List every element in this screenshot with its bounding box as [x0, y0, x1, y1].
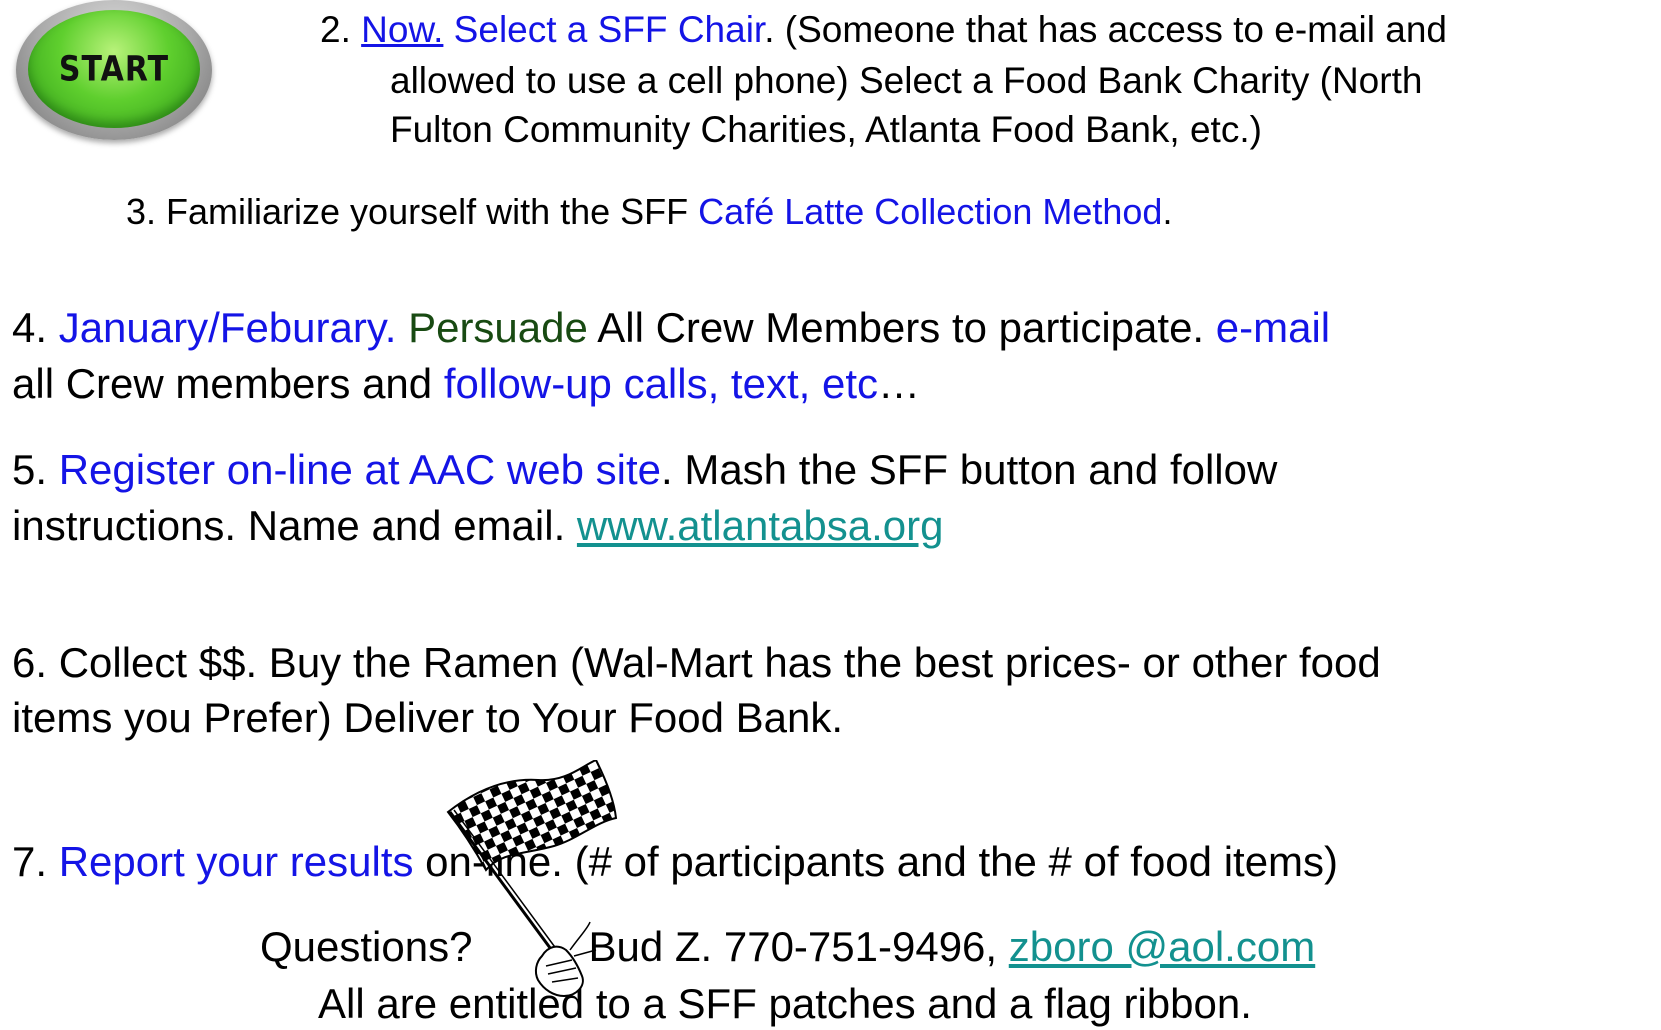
- register-text: Register on-line at AAC web site: [58, 446, 661, 493]
- website-link[interactable]: www.atlantabsa.org: [577, 502, 944, 549]
- step-7-number: 7.: [12, 838, 59, 885]
- email-text: e-mail: [1215, 304, 1331, 351]
- step-2-line-2: allowed to use a cell phone) Select a Fo…: [390, 60, 1423, 101]
- step-2-line-1: 2. Now. Select a SFF Chair. (Someone tha…: [320, 8, 1447, 52]
- step-5-text: . Mash the SFF button and follow: [661, 446, 1278, 493]
- step-5-line-2: instructions. Name and email. www.atlant…: [12, 500, 943, 552]
- start-button-icon: START: [16, 0, 212, 140]
- january-february-text: January/Feburary.: [58, 304, 397, 351]
- ellipsis: …: [877, 360, 920, 407]
- select-chair-text: Select a SFF Chair: [443, 9, 765, 50]
- checkered-flag-icon: [446, 760, 618, 998]
- step-4-line-2: all Crew members and follow-up calls, te…: [12, 358, 920, 410]
- collection-method-text: Café Latte Collection Method: [698, 191, 1163, 232]
- step-5-number: 5.: [12, 446, 59, 493]
- report-results-text: Report your results: [58, 838, 414, 885]
- contact-text: Bud Z. 770-751-9496,: [588, 923, 1009, 970]
- follow-up-text: follow-up calls, text, etc: [443, 360, 878, 407]
- step-3-period: .: [1162, 191, 1173, 232]
- step-2-line-3: Fulton Community Charities, Atlanta Food…: [390, 109, 1262, 150]
- step-3: 3. Familiarize yourself with the SFF Caf…: [126, 190, 1172, 234]
- start-button-face: START: [28, 10, 200, 128]
- step-2-number: 2.: [320, 9, 362, 50]
- step-4-text-2: all Crew members and: [12, 360, 444, 407]
- step-4-text: All Crew Members to participate.: [587, 304, 1216, 351]
- step-7: 7. Report your results on-line. (# of pa…: [12, 836, 1338, 888]
- step-3-text: 3. Familiarize yourself with the SFF: [126, 191, 699, 232]
- now-link[interactable]: Now.: [361, 9, 443, 50]
- step-4-number: 4.: [12, 304, 59, 351]
- start-label: START: [58, 48, 170, 90]
- step-5-text-2: instructions. Name and email.: [12, 502, 577, 549]
- step-5-line-1: 5. Register on-line at AAC web site. Mas…: [12, 444, 1277, 496]
- step-6-line-1: 6. Collect $$. Buy the Ramen (Wal-Mart h…: [12, 639, 1381, 686]
- email-link[interactable]: zboro @aol.com: [1009, 923, 1315, 970]
- persuade-text: Persuade: [396, 304, 588, 351]
- questions-line: Questions? Bud Z. 770-751-9496, zboro @ao…: [260, 921, 1315, 973]
- questions-label: Questions?: [260, 923, 473, 970]
- step-2-text: . (Someone that has access to e-mail and: [764, 9, 1448, 50]
- step-6-line-2: items you Prefer) Deliver to Your Food B…: [12, 694, 844, 741]
- step-4-line-1: 4. January/Feburary. Persuade All Crew M…: [12, 302, 1330, 354]
